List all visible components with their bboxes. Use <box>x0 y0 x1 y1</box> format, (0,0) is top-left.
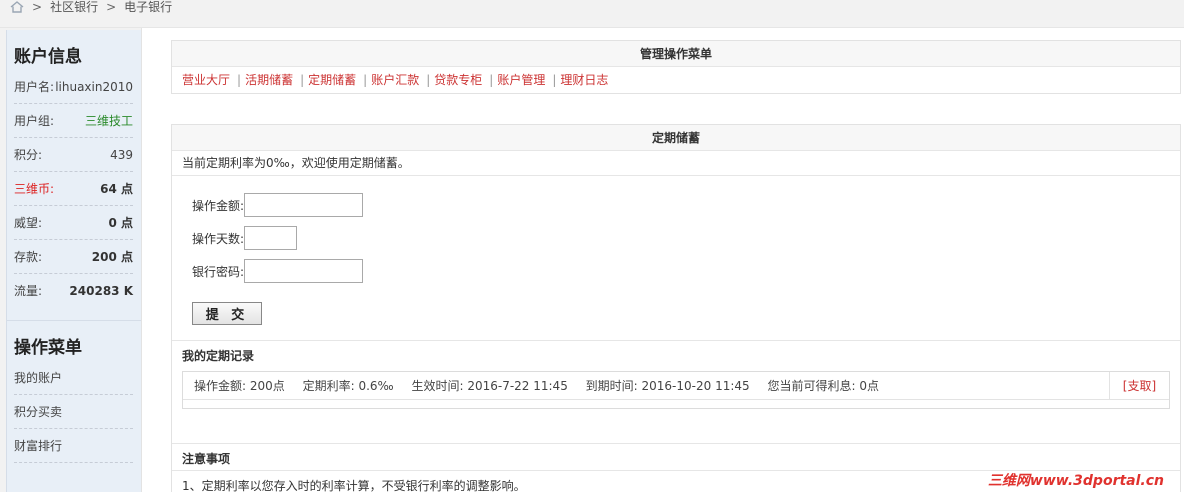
breadcrumb-e-bank[interactable]: 电子银行 <box>124 0 172 14</box>
manage-menu-box: 管理操作菜单 营业大厅 | 活期储蓄 | 定期储蓄 | 账户汇款 | 贷款专柜 | 账户管理 | 理财日… <box>171 40 1181 94</box>
field-value: 0 点 <box>108 216 133 230</box>
record-action: [支取] <box>1109 372 1169 400</box>
link-account-manage[interactable]: 账户管理 <box>497 73 545 87</box>
link-finance-log[interactable]: 理财日志 <box>560 73 608 87</box>
field-label: 流量: <box>14 284 43 298</box>
bank-password-input[interactable] <box>244 259 364 283</box>
records-table: 操作金额: 200点 定期利率: 0.6‰ 生效时间: 2016-7-22 11… <box>182 371 1170 409</box>
link-divider: | <box>426 73 431 87</box>
days-label: 操作天数: <box>192 231 245 246</box>
field-label: 用户名: <box>14 80 55 94</box>
days-input[interactable] <box>244 226 298 250</box>
notice-title: 注意事项 <box>182 452 231 466</box>
amount-input[interactable] <box>244 193 364 217</box>
field-prestige: 威望: 0 点 <box>14 206 133 240</box>
account-info-panel: 账户信息 用户名: lihuaxin2010 用户组: 三维技工 积分: 439… <box>6 30 141 320</box>
link-divider: | <box>489 73 494 87</box>
site-watermark: 三维网www.3dportal.cn <box>987 473 1164 489</box>
field-label: 三维币: <box>14 182 55 196</box>
record-rate: 定期利率: 0.6‰ <box>302 379 394 393</box>
withdraw-link[interactable]: 支取 <box>1127 379 1151 393</box>
breadcrumb-separator: > <box>32 0 43 14</box>
breadcrumb: > 社区银行 > 电子银行 <box>10 0 172 14</box>
notice-line-1: 1、定期利率以您存入时的利率计算，不受银行利率的调整影响。 <box>182 479 526 492</box>
record-amount: 操作金额: 200点 <box>194 379 285 393</box>
password-label: 银行密码: <box>192 264 245 279</box>
account-info-title: 账户信息 <box>14 47 82 67</box>
rate-text: 当前定期利率为0‰，欢迎使用定期储蓄。 <box>172 151 1180 176</box>
menu-my-account[interactable]: 我的账户 <box>14 361 133 395</box>
menu-wealth-ranking[interactable]: 财富排行 <box>14 429 133 463</box>
field-value[interactable]: 三维技工 <box>85 104 133 137</box>
field-label: 用户组: <box>14 114 55 128</box>
link-current-savings[interactable]: 活期储蓄 <box>245 73 293 87</box>
record-start-time: 生效时间: 2016-7-22 11:45 <box>411 379 568 393</box>
field-value: lihuaxin2010 <box>55 80 133 94</box>
field-label: 威望: <box>14 216 43 230</box>
link-divider: | <box>237 73 242 87</box>
field-traffic: 流量: 240283 K <box>14 274 133 308</box>
field-points: 积分: 439 <box>14 138 133 172</box>
amount-row: 操作金额: <box>192 193 364 217</box>
field-value: 64 点 <box>100 182 133 196</box>
field-label: 积分: <box>14 148 43 162</box>
top-bar: > 社区银行 > 电子银行 <box>0 0 1184 28</box>
link-divider: | <box>552 73 557 87</box>
submit-button[interactable]: 提 交 <box>192 302 262 325</box>
operation-menu-title: 操作菜单 <box>14 338 82 358</box>
record-interest: 您当前可得利息: 0点 <box>767 379 879 393</box>
breadcrumb-community-bank[interactable]: 社区银行 <box>50 0 98 14</box>
days-row: 操作天数: <box>192 226 298 250</box>
field-value: 439 <box>110 148 133 162</box>
link-remittance[interactable]: 账户汇款 <box>371 73 419 87</box>
field-coins: 三维币: 64 点 <box>14 172 133 206</box>
link-divider: | <box>363 73 368 87</box>
link-fixed-savings[interactable]: 定期储蓄 <box>308 73 356 87</box>
password-row: 银行密码: <box>192 259 364 283</box>
manage-links: 营业大厅 | 活期储蓄 | 定期储蓄 | 账户汇款 | 贷款专柜 | 账户管理 | 理财日志 <box>172 67 1180 94</box>
field-value: 240283 K <box>69 284 133 298</box>
divider <box>172 443 1180 444</box>
field-value: 200 点 <box>91 250 133 264</box>
sidebar: 账户信息 用户名: lihuaxin2010 用户组: 三维技工 积分: 439… <box>0 28 142 492</box>
bracket-close: ] <box>1151 379 1157 393</box>
manage-menu-title: 管理操作菜单 <box>172 41 1180 67</box>
record-end-time: 到期时间: 2016-10-20 11:45 <box>585 379 750 393</box>
breadcrumb-separator: > <box>106 0 117 14</box>
amount-label: 操作金额: <box>192 198 245 213</box>
divider <box>172 340 1180 341</box>
field-deposit: 存款: 200 点 <box>14 240 133 274</box>
menu-points-trade[interactable]: 积分买卖 <box>14 395 133 429</box>
field-label: 存款: <box>14 250 43 264</box>
operation-menu-panel: 操作菜单 我的账户 积分买卖 财富排行 <box>6 320 141 492</box>
fixed-deposit-box: 定期储蓄 当前定期利率为0‰，欢迎使用定期储蓄。 操作金额: 操作天数: 银行密… <box>171 124 1181 492</box>
home-icon[interactable] <box>10 1 24 13</box>
table-row: 操作金额: 200点 定期利率: 0.6‰ 生效时间: 2016-7-22 11… <box>183 372 1169 400</box>
link-divider: | <box>300 73 305 87</box>
link-loans[interactable]: 贷款专柜 <box>434 73 482 87</box>
field-usergroup: 用户组: 三维技工 <box>14 104 133 138</box>
field-username: 用户名: lihuaxin2010 <box>14 70 133 104</box>
link-business-hall[interactable]: 营业大厅 <box>182 73 230 87</box>
fixed-deposit-title: 定期储蓄 <box>172 125 1180 151</box>
records-title: 我的定期记录 <box>182 349 255 363</box>
